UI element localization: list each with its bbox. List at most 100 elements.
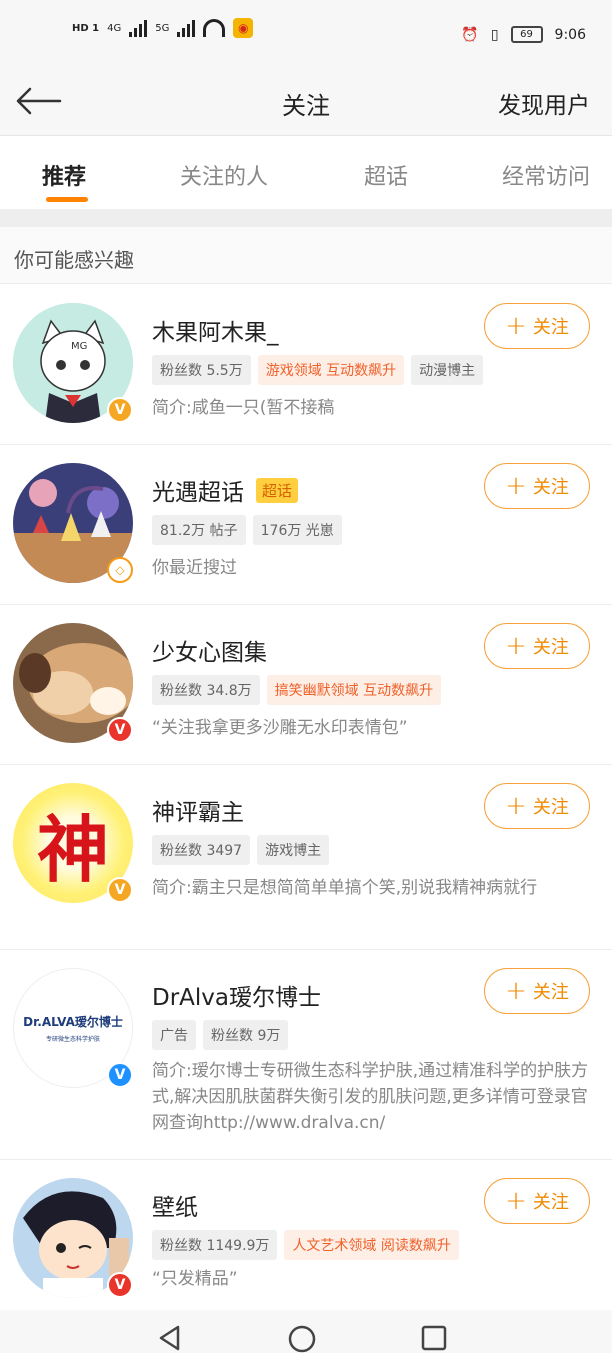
follow-button[interactable]: + 关注	[484, 783, 590, 829]
super-topic-tag: 超话	[256, 477, 299, 503]
alarm-icon: ⏰	[461, 26, 479, 43]
tag: 游戏领域 互动数飙升	[257, 355, 405, 385]
avatar[interactable]: Dr.ALVA瑷尔博士 专研微生态科学护肤 V	[13, 968, 133, 1088]
user-intro: 你最近搜过	[152, 558, 237, 578]
tab-super-topics[interactable]: 超话	[364, 159, 408, 191]
tab-recommended[interactable]: 推荐	[42, 159, 86, 191]
verified-badge-icon: V	[107, 1272, 133, 1298]
verified-badge-icon: V	[107, 717, 133, 743]
name-row: DrAlva瑷尔博士	[152, 978, 321, 1012]
tag: 176万 光崽	[252, 515, 342, 545]
avatar-logo: Dr.ALVA瑷尔博士	[23, 1015, 123, 1029]
avatar[interactable]: 神 V	[13, 783, 133, 903]
network-4g-label: 4G	[107, 22, 122, 34]
follow-button[interactable]: + 关注	[484, 623, 590, 669]
hd-label: HD 1	[72, 22, 100, 34]
avatar[interactable]: ◇	[13, 463, 133, 583]
verified-badge-icon: V	[107, 397, 133, 423]
tab-following[interactable]: 关注的人	[180, 159, 268, 191]
home-circle-icon[interactable]	[287, 1324, 317, 1353]
section-header: 你可能感兴趣	[0, 227, 612, 284]
tag: 粉丝数 34.8万	[152, 675, 260, 705]
recents-square-icon[interactable]	[420, 1324, 448, 1353]
tag: 粉丝数 1149.9万	[152, 1230, 278, 1260]
user-card[interactable]: 神 V 神评霸主 粉丝数 3497 游戏博主 简介:霸主只是想简简单单搞个笑,别…	[0, 765, 612, 950]
clock: 9:06	[554, 26, 586, 43]
verified-badge-icon: V	[107, 877, 133, 903]
signal-4g-icon	[129, 19, 148, 37]
tags-row: 粉丝数 5.5万 游戏领域 互动数飙升 动漫博主	[152, 355, 484, 385]
plus-icon: +	[505, 976, 527, 1006]
user-name[interactable]: 壁纸	[152, 1188, 198, 1222]
follow-button[interactable]: + 关注	[484, 968, 590, 1014]
user-name[interactable]: 光遇超话	[152, 473, 244, 507]
tag: 广告	[152, 1020, 196, 1050]
verified-badge-icon: V	[107, 1062, 133, 1088]
user-card[interactable]: MG V 木果阿木果_ 粉丝数 5.5万 游戏领域 互动数飙升 动漫博主 简介:…	[0, 285, 612, 445]
system-nav-bar	[0, 1310, 612, 1353]
follow-button[interactable]: + 关注	[484, 463, 590, 509]
user-intro: “关注我拿更多沙雕无水印表情包”	[152, 718, 408, 738]
battery-icon: 69	[510, 26, 543, 43]
back-triangle-icon[interactable]	[156, 1324, 184, 1353]
user-card[interactable]: V 壁纸 粉丝数 1149.9万 人文艺术领域 阅读数飙升 “只发精品” + 关…	[0, 1160, 612, 1310]
plus-icon: +	[505, 791, 527, 821]
tag: 游戏博主	[257, 835, 330, 865]
user-intro: 简介:霸主只是想简简单单搞个笑,别说我精神病就行	[152, 878, 538, 898]
tag: 粉丝数 5.5万	[152, 355, 251, 385]
name-row: 光遇超话 超话	[152, 473, 299, 507]
avatar[interactable]: V	[13, 623, 133, 743]
status-right: ⏰ ▯ 69 9:06	[461, 26, 586, 43]
tags-row: 粉丝数 3497 游戏博主	[152, 835, 330, 865]
tags-row: 粉丝数 34.8万 搞笑幽默领域 互动数飙升	[152, 675, 442, 705]
user-card[interactable]: Dr.ALVA瑷尔博士 专研微生态科学护肤 V DrAlva瑷尔博士 广告 粉丝…	[0, 950, 612, 1160]
user-card[interactable]: V 少女心图集 粉丝数 34.8万 搞笑幽默领域 互动数飙升 “关注我拿更多沙雕…	[0, 605, 612, 765]
discover-users-button[interactable]: 发现用户	[498, 86, 590, 120]
nav-bar: 关注 发现用户	[0, 72, 612, 136]
plus-icon: +	[505, 471, 527, 501]
tags-row: 广告 粉丝数 9万	[152, 1020, 289, 1050]
follow-label: 关注	[532, 477, 569, 498]
tags-row: 81.2万 帖子 176万 光崽	[152, 515, 342, 545]
follow-label: 关注	[532, 1192, 569, 1213]
weibo-notification-icon: ◉	[233, 18, 254, 38]
user-name[interactable]: 木果阿木果_	[152, 313, 279, 347]
network-5g-label: 5G	[155, 22, 170, 34]
follow-button[interactable]: + 关注	[484, 303, 590, 349]
user-intro: 简介:瑷尔博士专研微生态科学护肤,通过精准科学的护肤方式,解决因肌肤菌群失衡引发…	[152, 1061, 589, 1133]
tag: 搞笑幽默领域 互动数飙升	[266, 675, 442, 705]
svg-text:MG: MG	[71, 341, 87, 352]
user-intro: 简介:咸鱼一只(暂不接稿	[152, 398, 335, 418]
wifi-icon	[203, 19, 226, 37]
plus-icon: +	[505, 311, 527, 341]
tag: 81.2万 帖子	[152, 515, 246, 545]
name-row: 神评霸主	[152, 793, 244, 827]
name-row: 木果阿木果_	[152, 313, 279, 347]
user-card[interactable]: ◇ 光遇超话 超话 81.2万 帖子 176万 光崽 你最近搜过 + 关注	[0, 445, 612, 605]
plus-icon: +	[505, 631, 527, 661]
follow-button[interactable]: + 关注	[484, 1178, 590, 1224]
user-name[interactable]: DrAlva瑷尔博士	[152, 978, 321, 1012]
follow-label: 关注	[532, 637, 569, 658]
avatar[interactable]: V	[13, 1178, 133, 1298]
user-name[interactable]: 少女心图集	[152, 633, 267, 667]
user-name[interactable]: 神评霸主	[152, 793, 244, 827]
divider	[0, 209, 612, 227]
active-tab-indicator	[46, 197, 88, 202]
signal-5g-icon	[177, 19, 196, 37]
name-row: 壁纸	[152, 1188, 198, 1222]
tag: 粉丝数 9万	[203, 1020, 289, 1050]
super-topic-diamond-icon: ◇	[107, 557, 133, 583]
status-bar: HD 1 4G 5G ◉ ⏰ ▯ 69 9:06	[0, 0, 612, 72]
plus-icon: +	[505, 1186, 527, 1216]
tag: 人文艺术领域 阅读数飙升	[284, 1230, 459, 1260]
follow-label: 关注	[532, 982, 569, 1003]
avatar[interactable]: MG V	[13, 303, 133, 423]
avatar-subtitle: 专研微生态科学护肤	[45, 1036, 100, 1043]
tag: 粉丝数 3497	[152, 835, 251, 865]
section-title: 你可能感兴趣	[14, 248, 134, 272]
tab-frequent-visits[interactable]: 经常访问	[502, 159, 590, 191]
tags-row: 粉丝数 1149.9万 人文艺术领域 阅读数飙升	[152, 1230, 459, 1260]
follow-label: 关注	[532, 797, 569, 818]
tag: 动漫博主	[411, 355, 484, 385]
